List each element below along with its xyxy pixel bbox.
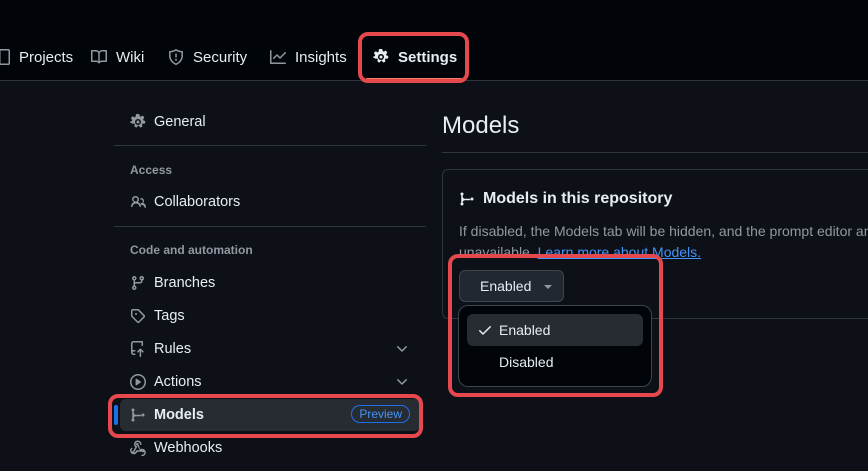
sidebar-divider (114, 226, 426, 227)
card-description: If disabled, the Models tab will be hidd… (459, 221, 868, 263)
caret-down-icon (544, 285, 552, 289)
tab-settings[interactable]: Settings (373, 36, 457, 78)
sidebar-item-branches[interactable]: Branches (120, 267, 420, 299)
sidebar-item-label: Collaborators (154, 194, 241, 210)
sidebar-item-tags[interactable]: Tags (120, 300, 420, 332)
card-title: Models in this repository (459, 190, 672, 208)
chevron-down-icon (397, 346, 407, 352)
preview-badge: Preview (351, 405, 410, 423)
menu-item-disabled[interactable]: Disabled (467, 346, 643, 378)
models-select-menu: Enabled Disabled (458, 305, 652, 387)
tab-label: Security (193, 48, 248, 66)
sidebar-item-label: Branches (154, 275, 216, 291)
card-title-text: Models in this repository (483, 190, 673, 207)
repo-nav-bar: Projects Wiki Security Insights Settings (0, 0, 868, 81)
tab-insights[interactable]: Insights (270, 36, 347, 78)
menu-item-enabled[interactable]: Enabled (467, 314, 643, 346)
models-icon (131, 408, 145, 422)
sidebar-item-label: Models (154, 407, 204, 423)
sidebar-heading-access: Access (130, 163, 173, 177)
graph-icon (270, 50, 286, 64)
sidebar-item-actions[interactable]: Actions (120, 366, 420, 398)
tab-label: Settings (398, 48, 458, 66)
sidebar-item-label: General (154, 114, 206, 130)
webhook-icon (130, 440, 146, 456)
description-text: unavailable. (459, 244, 538, 260)
tag-icon (131, 309, 146, 324)
tab-label: Insights (295, 48, 347, 66)
page-title: Models (442, 112, 520, 139)
chevron-down-icon (397, 379, 407, 385)
menu-item-label: Enabled (499, 322, 551, 338)
sidebar-item-rules[interactable]: Rules (120, 333, 420, 365)
tab-label: Wiki (116, 48, 145, 66)
sidebar-item-collaborators[interactable]: Collaborators (120, 186, 420, 218)
tab-wiki[interactable]: Wiki (91, 36, 144, 78)
tab-security[interactable]: Security (168, 36, 247, 78)
tab-projects[interactable]: Projects (0, 36, 73, 78)
people-icon (131, 196, 146, 208)
gear-icon (130, 114, 146, 128)
description-line: unavailable. Learn more about Models. (459, 242, 868, 263)
check-icon (479, 326, 491, 335)
active-indicator (114, 405, 118, 425)
select-value: Enabled (480, 278, 532, 294)
table-icon (0, 49, 10, 65)
shield-icon (169, 49, 183, 65)
active-tab-underline (366, 78, 462, 80)
gear-icon (373, 49, 389, 63)
sidebar-divider (114, 145, 426, 146)
models-icon (460, 192, 474, 206)
repo-push-icon (131, 341, 144, 357)
play-icon (130, 374, 146, 390)
sidebar-item-label: Tags (154, 308, 185, 324)
sidebar-item-label: Webhooks (154, 440, 223, 456)
git-branch-icon (132, 275, 144, 291)
book-icon (91, 49, 107, 64)
tab-label: Projects (19, 48, 74, 66)
sidebar-heading-code-automation: Code and automation (130, 243, 253, 257)
sidebar-item-webhooks[interactable]: Webhooks (120, 432, 420, 464)
sidebar-item-general[interactable]: General (120, 106, 420, 138)
sidebar-item-models[interactable]: Models Preview (114, 399, 420, 431)
sidebar-item-label: Actions (154, 374, 202, 390)
models-enabled-select[interactable]: Enabled (459, 270, 564, 302)
menu-item-label: Disabled (499, 354, 554, 370)
title-divider (442, 152, 868, 153)
sidebar-item-label: Rules (154, 341, 192, 357)
learn-more-link[interactable]: Learn more about Models. (538, 244, 701, 260)
description-line: If disabled, the Models tab will be hidd… (459, 223, 868, 239)
